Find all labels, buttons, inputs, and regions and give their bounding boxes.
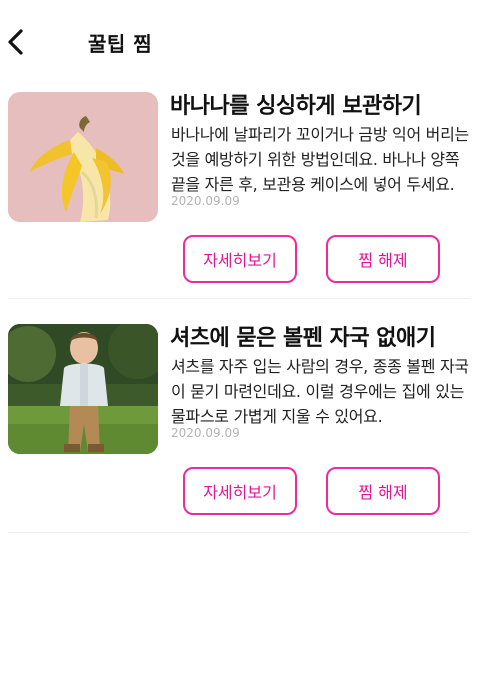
tip-thumbnail-shirt[interactable] [8,324,158,454]
divider [8,298,470,299]
chevron-left-icon [8,29,23,55]
tip-card: 셔츠에 묻은 볼펜 자국 없애기 셔츠를 자주 입는 사람의 경우, 종종 볼펜… [0,324,480,558]
unfavorite-button[interactable]: 찜 해제 [326,235,440,283]
view-details-button[interactable]: 자세히보기 [183,467,297,515]
unfavorite-button[interactable]: 찜 해제 [326,467,440,515]
tip-date: 2020.09.09 [171,426,240,440]
tip-title[interactable]: 셔츠에 묻은 볼펜 자국 없애기 [170,324,475,354]
tip-date: 2020.09.09 [171,194,240,208]
back-button[interactable] [4,26,34,60]
tip-description: 바나나에 날파리가 꼬이거나 금방 익어 버리는 것을 예방하기 위한 방법인데… [171,125,469,194]
divider [8,532,470,533]
tip-thumbnail-banana[interactable] [8,92,158,222]
page-title: 꿀팁 찜 [88,32,153,56]
header: 꿀팁 찜 [0,0,480,84]
view-details-button[interactable]: 자세히보기 [183,235,297,283]
tip-title[interactable]: 바나나를 싱싱하게 보관하기 [170,92,475,122]
tip-description: 셔츠를 자주 입는 사람의 경우, 종종 볼펜 자국이 묻기 마련인데요. 이럴… [171,357,469,426]
tip-card: 바나나를 싱싱하게 보관하기 바나나에 날파리가 꼬이거나 금방 익어 버리는 … [0,92,480,326]
